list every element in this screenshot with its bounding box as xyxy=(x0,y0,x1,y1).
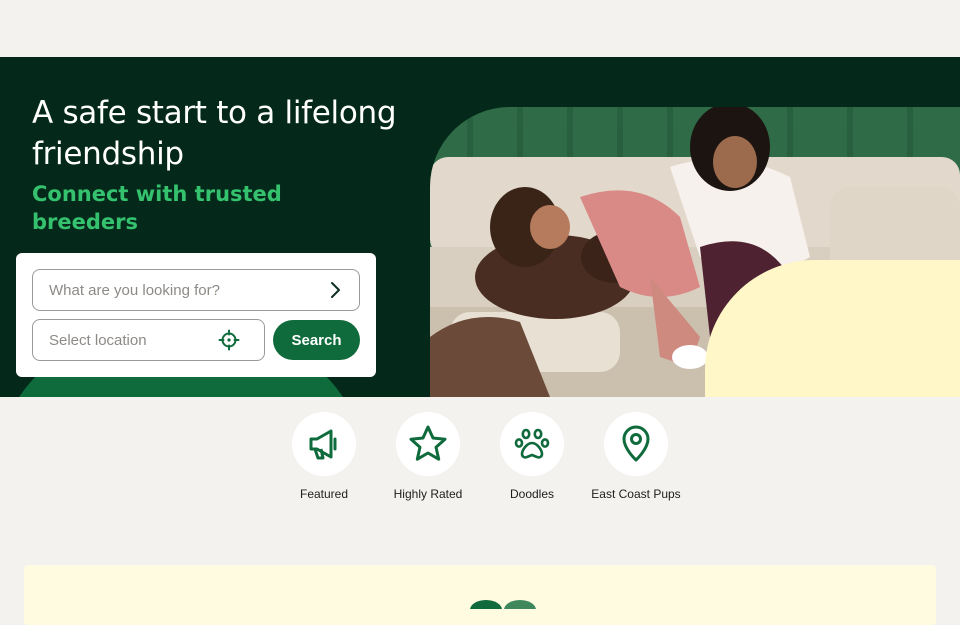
hero-section: A safe start to a lifelong friendship Co… xyxy=(0,57,960,397)
category-label: East Coast Pups xyxy=(591,487,681,501)
crosshair-icon[interactable] xyxy=(218,329,240,351)
top-bar xyxy=(0,0,960,57)
category-label: Doodles xyxy=(509,487,555,501)
category-label: Highly Rated xyxy=(393,487,463,501)
star-icon[interactable] xyxy=(396,412,460,476)
what-search-placeholder: What are you looking for? xyxy=(49,281,220,299)
category-doodles[interactable]: Doodles xyxy=(487,412,577,502)
paw-icon[interactable] xyxy=(500,412,564,476)
chevron-right-icon[interactable] xyxy=(325,280,345,300)
hero-title: A safe start to a lifelong friendship xyxy=(32,95,397,172)
search-card: What are you looking for? Select locatio… xyxy=(16,253,376,377)
location-input[interactable]: Select location xyxy=(32,319,265,361)
category-label: Featured xyxy=(299,487,349,501)
hero-subtitle: Connect with trusted breeders xyxy=(32,182,282,234)
promo-banner xyxy=(24,565,936,625)
category-featured[interactable]: Featured xyxy=(279,412,369,502)
location-pin-icon[interactable] xyxy=(604,412,668,476)
location-placeholder: Select location xyxy=(49,331,147,349)
megaphone-icon[interactable] xyxy=(292,412,356,476)
search-button[interactable]: Search xyxy=(273,320,360,360)
category-east-coast-pups[interactable]: East Coast Pups xyxy=(591,412,681,502)
what-search-input[interactable]: What are you looking for? xyxy=(32,269,360,311)
promo-logo xyxy=(468,597,538,609)
category-list: Featured Highly Rated Doodles East Coast… xyxy=(0,412,960,522)
category-highly-rated[interactable]: Highly Rated xyxy=(383,412,473,502)
